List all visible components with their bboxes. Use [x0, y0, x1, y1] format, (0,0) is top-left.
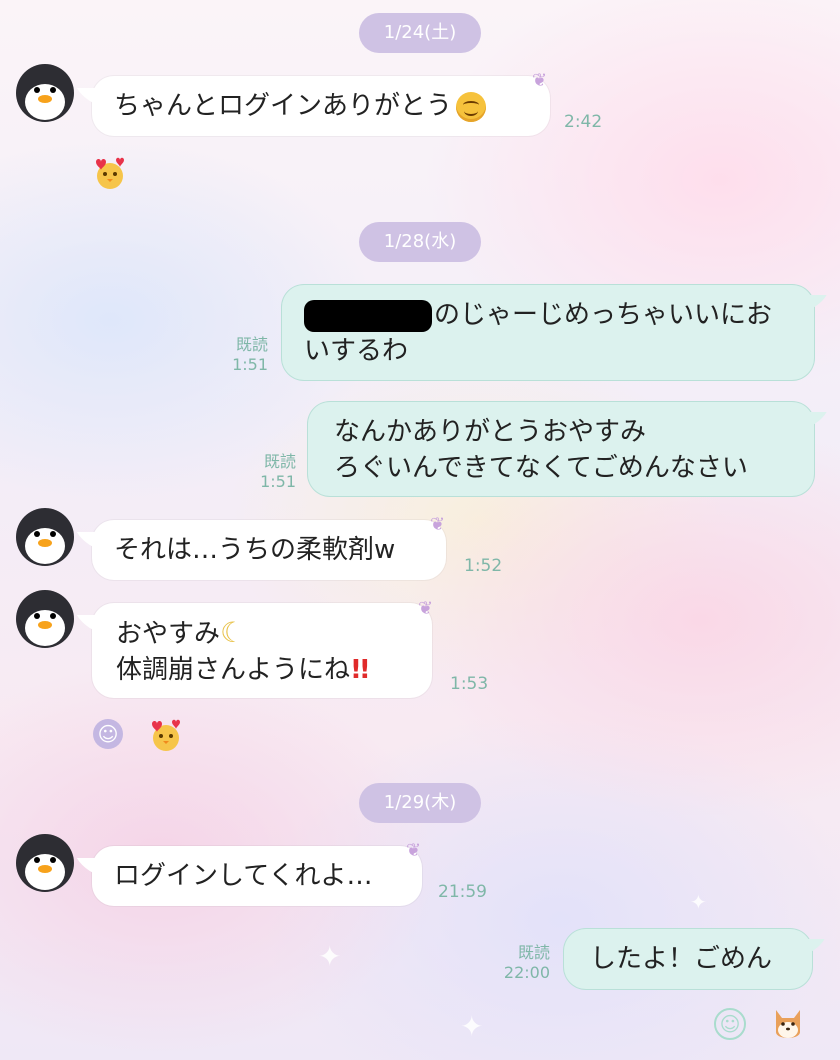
- read-receipt: 既読 1:51: [254, 452, 296, 492]
- message-text: ろぐいんできてなくてごめんなさい: [334, 453, 748, 483]
- message-text: ちゃんとログインありがとう: [114, 91, 453, 121]
- butterfly-icon: ❦: [406, 840, 422, 861]
- read-receipt: 既読 22:00: [498, 943, 550, 983]
- date-separator: 1/29(木): [359, 783, 481, 823]
- message-bubble-incoming[interactable]: ログインしてくれよ…: [92, 846, 422, 906]
- message-bubble-outgoing[interactable]: なんかありがとうおやすみ ろぐいんできてなくてごめんなさい: [308, 402, 814, 496]
- read-label: 既読: [263, 452, 296, 471]
- read-receipt: 既読 1:51: [226, 335, 268, 375]
- message-bubble-incoming[interactable]: おやすみ☾ 体調崩さんようにね!!: [92, 603, 432, 698]
- message-timestamp: 1:52: [464, 556, 503, 576]
- message-text: のじゃーじめっちゃいいにお: [434, 300, 773, 330]
- sparkle-decoration: ✦: [460, 1010, 484, 1043]
- message-bubble-outgoing[interactable]: したよ！ごめん: [564, 929, 812, 989]
- butterfly-icon: ❦: [418, 598, 434, 619]
- message-bubble-incoming[interactable]: ちゃんとログインありがとう: [92, 76, 550, 136]
- message-bubble-outgoing[interactable]: のじゃーじめっちゃいいにお いするわ: [282, 285, 814, 380]
- message-bubble-incoming[interactable]: それは…うちの柔軟剤w: [92, 520, 446, 580]
- smiling-face-emoji-icon: [456, 91, 487, 122]
- message-timestamp: 2:42: [564, 112, 603, 132]
- read-label: 既読: [517, 943, 550, 962]
- sparkle-decoration: ✦: [318, 940, 342, 973]
- message-text: 体調崩さんようにね: [116, 655, 351, 685]
- message-timestamp: 22:00: [503, 963, 550, 982]
- butterfly-icon: ❦: [430, 514, 446, 535]
- message-text: おやすみ: [116, 619, 221, 649]
- sparkle-decoration: ✦: [690, 890, 707, 914]
- heart-chick-sticker-icon[interactable]: [90, 152, 130, 192]
- message-text: ログインしてくれよ…: [114, 861, 373, 891]
- message-timestamp: 1:51: [260, 472, 296, 491]
- add-reaction-smiley-icon[interactable]: ☺: [714, 1008, 746, 1040]
- message-text: したよ！ごめん: [590, 944, 773, 974]
- message-timestamp: 1:53: [450, 674, 489, 694]
- penguin-avatar-icon[interactable]: [16, 64, 74, 122]
- read-label: 既読: [235, 335, 268, 354]
- message-text: それは…うちの柔軟剤w: [114, 535, 396, 565]
- message-text: なんかありがとうおやすみ: [334, 417, 647, 447]
- date-separator: 1/24(土): [359, 13, 481, 53]
- heart-chick-sticker-icon[interactable]: [146, 714, 186, 754]
- redacted-text-block: [304, 299, 432, 332]
- add-reaction-smiley-icon[interactable]: ☺: [93, 719, 123, 749]
- penguin-avatar-icon[interactable]: [16, 590, 74, 648]
- butterfly-icon: ❦: [532, 70, 548, 91]
- crescent-moon-icon: ☾: [220, 616, 246, 649]
- penguin-avatar-icon[interactable]: [16, 834, 74, 892]
- double-exclamation-icon: !!: [350, 655, 371, 685]
- shiba-dog-sticker-icon[interactable]: [768, 1000, 808, 1044]
- penguin-avatar-icon[interactable]: [16, 508, 74, 566]
- message-text: いするわ: [304, 336, 409, 366]
- date-separator: 1/28(水): [359, 222, 481, 262]
- message-timestamp: 21:59: [438, 882, 487, 902]
- message-timestamp: 1:51: [232, 355, 268, 374]
